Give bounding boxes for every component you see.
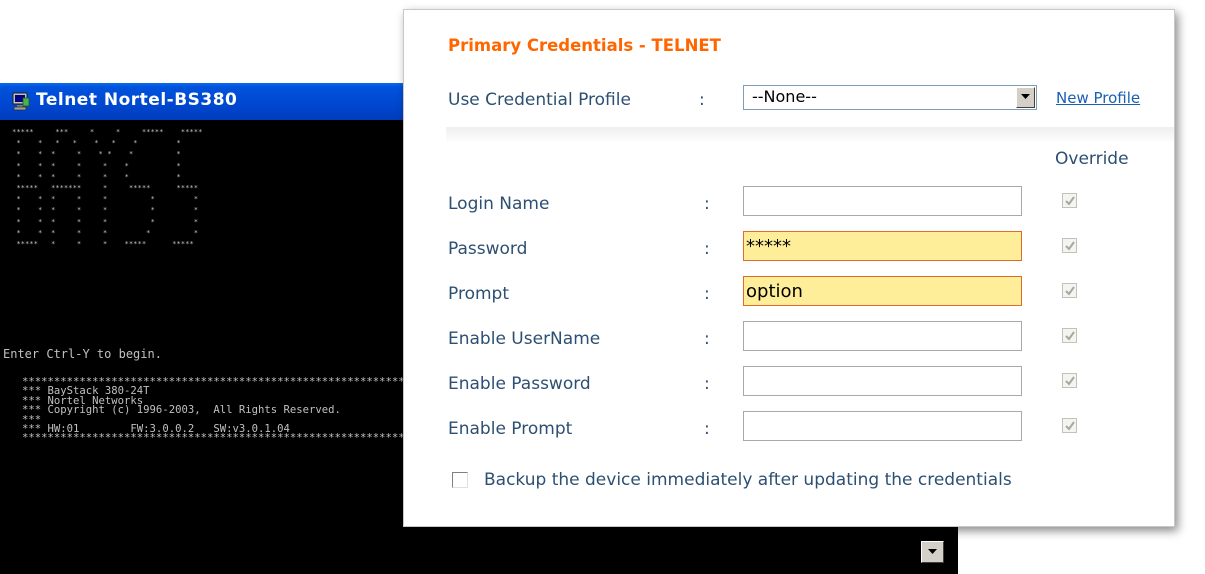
console-window-icon[interactable] <box>12 92 30 112</box>
panel-title: Primary Credentials - TELNET <box>448 36 721 55</box>
enable-password-override-checkbox[interactable] <box>1062 373 1077 388</box>
enable-prompt-override-checkbox[interactable] <box>1062 418 1077 433</box>
backup-checkbox-label[interactable]: Backup the device immediately after upda… <box>484 470 1012 490</box>
enable-username-override-checkbox[interactable] <box>1062 328 1077 343</box>
enable-username-field[interactable] <box>743 321 1022 351</box>
credentials-panel: Primary Credentials - TELNET Use Credent… <box>403 9 1175 527</box>
dropdown-button[interactable] <box>1016 87 1035 108</box>
stage: Telnet Nortel-BS380 ***** *** * * ***** … <box>0 0 1205 574</box>
telnet-device-info: ****************************************… <box>22 376 431 445</box>
login-name-override-checkbox[interactable] <box>1062 193 1077 208</box>
login-name-colon: : <box>704 194 710 214</box>
prompt-field[interactable] <box>743 276 1022 306</box>
password-override-checkbox[interactable] <box>1062 238 1077 253</box>
new-profile-link[interactable]: New Profile <box>1056 89 1140 107</box>
enable-prompt-label: Enable Prompt <box>448 419 573 439</box>
password-label: Password <box>448 239 528 259</box>
override-column-header: Override <box>1055 149 1129 169</box>
login-name-field[interactable] <box>743 186 1022 216</box>
telnet-window-title: Telnet Nortel-BS380 <box>36 90 238 110</box>
enable-password-colon: : <box>704 374 710 394</box>
telnet-prompt-line: Enter Ctrl-Y to begin. <box>3 347 162 361</box>
prompt-label: Prompt <box>448 284 509 304</box>
enable-password-label: Enable Password <box>448 374 591 394</box>
credential-profile-colon: : <box>699 90 705 110</box>
password-colon: : <box>704 239 710 259</box>
login-name-label: Login Name <box>448 194 550 214</box>
telnet-ascii-banner: ***** *** * * ***** ***** * * * * * * * … <box>12 127 203 249</box>
enable-username-colon: : <box>704 329 710 349</box>
telnet-scroll-down-button[interactable] <box>921 541 944 563</box>
credential-profile-select[interactable]: --None-- <box>743 85 1037 110</box>
credential-profile-label: Use Credential Profile <box>448 90 631 110</box>
prompt-colon: : <box>704 284 710 304</box>
enable-prompt-field[interactable] <box>743 411 1022 441</box>
backup-checkbox[interactable] <box>452 472 468 488</box>
enable-password-field[interactable] <box>743 366 1022 396</box>
enable-prompt-colon: : <box>704 419 710 439</box>
password-field[interactable] <box>743 231 1022 261</box>
section-divider <box>446 127 1174 143</box>
prompt-override-checkbox[interactable] <box>1062 283 1077 298</box>
enable-username-label: Enable UserName <box>448 329 601 349</box>
credential-profile-selected: --None-- <box>752 87 817 106</box>
